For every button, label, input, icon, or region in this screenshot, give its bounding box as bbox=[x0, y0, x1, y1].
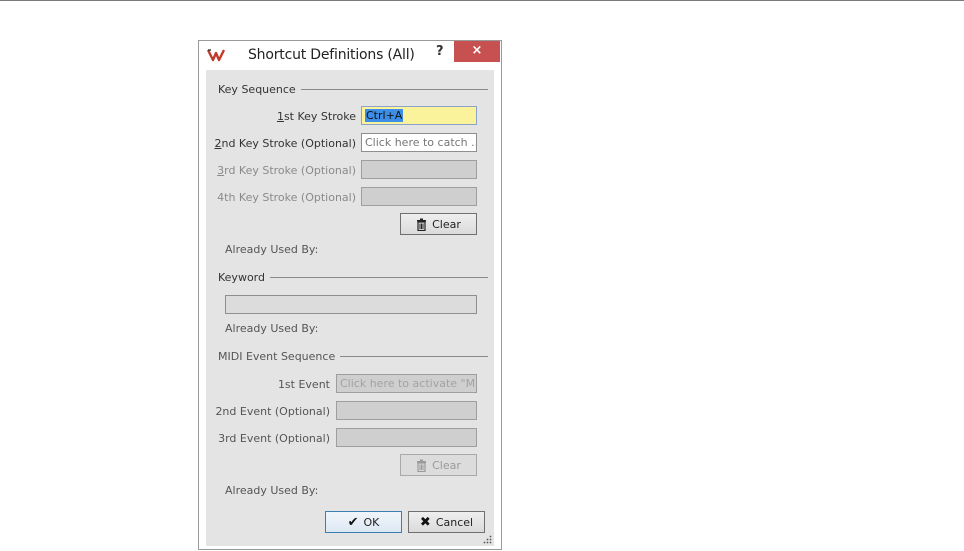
midi-already-used: Already Used By: bbox=[225, 484, 319, 497]
stroke2-input[interactable]: Click here to catch ... bbox=[361, 133, 477, 152]
section-divider bbox=[269, 277, 488, 278]
cancel-button[interactable]: ✖ Cancel bbox=[408, 511, 485, 533]
section-divider bbox=[300, 89, 488, 90]
stroke3-label: 3rd Key Stroke (Optional) bbox=[217, 164, 356, 177]
stroke2-label: 2nd Key Stroke (Optional) bbox=[214, 137, 356, 150]
stroke1-input[interactable]: Ctrl+A bbox=[361, 106, 477, 125]
trash-icon bbox=[417, 459, 427, 472]
event3-label: 3rd Event (Optional) bbox=[218, 432, 330, 445]
keyword-already-used: Already Used By: bbox=[225, 322, 319, 335]
stroke4-label: 4th Key Stroke (Optional) bbox=[217, 191, 356, 204]
keyword-title: Keyword bbox=[218, 271, 265, 284]
shortcut-definitions-dialog: Shortcut Definitions (All) ? × Key Seque… bbox=[198, 40, 502, 550]
ok-button[interactable]: ✔ OK bbox=[325, 511, 402, 533]
keyword-section: Keyword bbox=[218, 271, 488, 284]
dialog-body: Key Sequence 1st Key Stroke Ctrl+A 2nd K… bbox=[206, 70, 494, 546]
event2-label: 2nd Event (Optional) bbox=[215, 405, 330, 418]
help-button[interactable]: ? bbox=[436, 44, 444, 59]
cancel-label: Cancel bbox=[435, 515, 474, 529]
app-logo-icon bbox=[207, 49, 225, 62]
stroke4-input[interactable] bbox=[361, 187, 477, 206]
resize-grip-icon[interactable] bbox=[482, 534, 492, 544]
title-bar[interactable]: Shortcut Definitions (All) ? × bbox=[199, 41, 501, 69]
midi-clear-label: Clear bbox=[432, 458, 461, 472]
dialog-title: Shortcut Definitions (All) bbox=[248, 47, 415, 63]
ok-label: OK bbox=[363, 515, 380, 529]
event1-input[interactable]: Click here to activate "M... bbox=[336, 374, 477, 393]
top-divider bbox=[0, 0, 964, 1]
midi-title: MIDI Event Sequence bbox=[218, 350, 336, 363]
midi-clear-button[interactable]: Clear bbox=[400, 454, 477, 476]
close-button[interactable]: × bbox=[454, 41, 500, 62]
key-clear-label: Clear bbox=[432, 217, 461, 231]
trash-icon bbox=[417, 218, 427, 231]
event2-input[interactable] bbox=[336, 401, 477, 420]
key-clear-button[interactable]: Clear bbox=[400, 213, 477, 235]
x-icon: ✖ bbox=[419, 514, 431, 530]
keyword-input[interactable] bbox=[225, 295, 477, 314]
stroke1-value: Ctrl+A bbox=[365, 109, 404, 122]
event1-label: 1st Event bbox=[277, 378, 330, 391]
stroke1-label: 1st Key Stroke bbox=[276, 110, 356, 123]
midi-section: MIDI Event Sequence bbox=[218, 350, 488, 363]
check-icon: ✔ bbox=[347, 514, 359, 530]
key-sequence-section: Key Sequence bbox=[218, 83, 488, 96]
key-sequence-title: Key Sequence bbox=[218, 83, 296, 96]
section-divider bbox=[340, 356, 488, 357]
key-already-used: Already Used By: bbox=[225, 243, 319, 256]
event3-input[interactable] bbox=[336, 428, 477, 447]
stroke3-input[interactable] bbox=[361, 160, 477, 179]
